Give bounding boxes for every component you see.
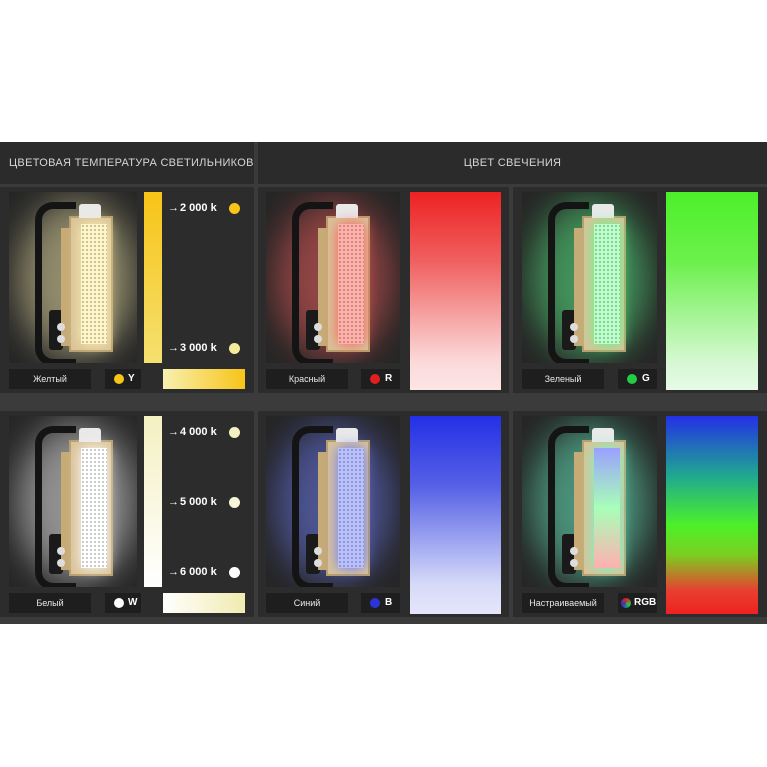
color-name-label: Желтый bbox=[9, 369, 91, 389]
color-name-label: Белый bbox=[9, 593, 91, 613]
glow-swatch-rgb bbox=[666, 416, 758, 614]
color-dot-icon bbox=[627, 374, 637, 384]
temp-dot-2000 bbox=[229, 203, 240, 214]
color-code-badge: Y bbox=[105, 369, 141, 389]
temp-label-4000: →4 000 k bbox=[168, 426, 217, 438]
color-code-badge: G bbox=[618, 369, 657, 389]
color-name-label: Настраиваемый bbox=[522, 593, 604, 613]
card-green: Зеленый G bbox=[513, 187, 767, 393]
temp-gradient-swatch bbox=[163, 593, 245, 613]
color-dot-icon bbox=[370, 598, 380, 608]
temp-label-6000: →6 000 k bbox=[168, 566, 217, 578]
lamp-image-rgb bbox=[522, 416, 657, 587]
color-code-badge: R bbox=[361, 369, 400, 389]
header-left-title: ЦВЕТОВАЯ ТЕМПЕРАТУРА СВЕТИЛЬНИКОВ bbox=[9, 157, 254, 169]
temp-label-3000: →3 000 k bbox=[168, 342, 217, 354]
temp-label-5000: →5 000 k bbox=[168, 496, 217, 508]
card-white: →4 000 k →5 000 k →6 000 k Белый W bbox=[0, 411, 254, 617]
lamp-image-blue bbox=[266, 416, 400, 587]
color-name-label: Зеленый bbox=[522, 369, 604, 389]
glow-swatch-blue bbox=[410, 416, 501, 614]
lamp-image-white bbox=[9, 416, 137, 587]
glow-swatch-green bbox=[666, 192, 758, 390]
color-code-badge: RGB bbox=[618, 593, 657, 613]
temp-dot-4000 bbox=[229, 427, 240, 438]
color-dot-icon bbox=[114, 374, 124, 384]
glow-swatch-red bbox=[410, 192, 501, 390]
card-yellow: →2 000 k →3 000 k Желтый Y bbox=[0, 187, 254, 393]
color-dot-icon bbox=[114, 598, 124, 608]
color-code-badge: B bbox=[361, 593, 400, 613]
temp-gradient-swatch bbox=[163, 369, 245, 389]
lamp-image-red bbox=[266, 192, 400, 363]
temp-dot-5000 bbox=[229, 497, 240, 508]
color-name-label: Синий bbox=[266, 593, 348, 613]
card-rgb: Настраиваемый RGB bbox=[513, 411, 767, 617]
rgb-dot-icon bbox=[621, 598, 631, 608]
temp-bar-yellow bbox=[144, 192, 162, 363]
color-name-label: Красный bbox=[266, 369, 348, 389]
temp-label-2000: →2 000 k bbox=[168, 202, 217, 214]
color-dot-icon bbox=[370, 374, 380, 384]
lamp-image-yellow bbox=[9, 192, 137, 363]
color-panel: ЦВЕТОВАЯ ТЕМПЕРАТУРА СВЕТИЛЬНИКОВ ЦВЕТ С… bbox=[0, 142, 767, 624]
color-code-badge: W bbox=[105, 593, 141, 613]
header-color-temperature: ЦВЕТОВАЯ ТЕМПЕРАТУРА СВЕТИЛЬНИКОВ bbox=[0, 142, 254, 184]
lamp-image-green bbox=[522, 192, 657, 363]
card-blue: Синий B bbox=[258, 411, 509, 617]
temp-dot-3000 bbox=[229, 343, 240, 354]
header-glow-color: ЦВЕТ СВЕЧЕНИЯ bbox=[258, 142, 767, 184]
temp-bar-white bbox=[144, 416, 162, 587]
card-red: Красный R bbox=[258, 187, 509, 393]
header-right-title: ЦВЕТ СВЕЧЕНИЯ bbox=[463, 157, 562, 169]
temp-dot-6000 bbox=[229, 567, 240, 578]
